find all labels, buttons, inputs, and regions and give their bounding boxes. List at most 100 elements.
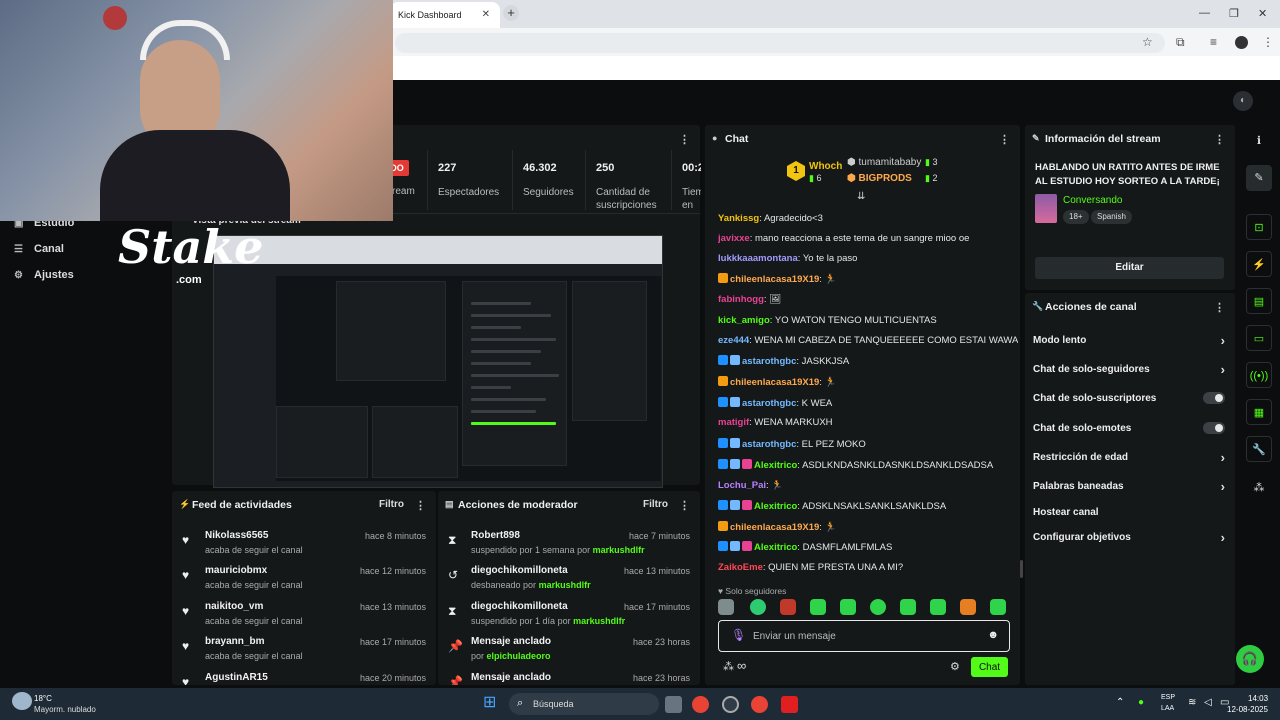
- chat-username[interactable]: chileenlacasa19X19: [730, 522, 819, 533]
- chat-username[interactable]: astarothgbc: [742, 356, 796, 367]
- info-icon[interactable]: ℹ: [1246, 128, 1272, 154]
- emote-icon[interactable]: [718, 599, 734, 615]
- gifter-2[interactable]: ⬢ tumamitababy: [847, 157, 921, 168]
- channel-actions-menu-icon[interactable]: ⋮: [1214, 301, 1225, 314]
- subscribers-only-toggle[interactable]: [1203, 392, 1225, 404]
- browser-menu-icon[interactable]: ⋮: [1262, 35, 1274, 49]
- chat-username[interactable]: Yankissg: [718, 213, 759, 224]
- chat-username[interactable]: lukkkaaamontana: [718, 253, 798, 264]
- chat-username[interactable]: kick_amigo: [718, 315, 770, 326]
- taskbar-search[interactable]: ⌕ Búsqueda: [509, 693, 659, 715]
- emote-icon[interactable]: [870, 599, 886, 615]
- emote-icon[interactable]: [810, 599, 826, 615]
- chat-username[interactable]: fabinhogg: [718, 294, 764, 305]
- chrome-icon[interactable]: [692, 696, 709, 713]
- tray-chevron-icon[interactable]: ⌃: [1116, 697, 1124, 708]
- stream-info-menu-icon[interactable]: ⋮: [1214, 133, 1225, 146]
- chat-message-input[interactable]: [753, 629, 973, 643]
- slow-mode-row[interactable]: Modo lento ›: [1033, 333, 1225, 348]
- support-headset-icon[interactable]: 🎧: [1236, 645, 1264, 673]
- bookmark-star-icon[interactable]: ☆: [1142, 35, 1153, 49]
- chat-username[interactable]: Lochu_Pai: [718, 480, 766, 491]
- pencil-icon[interactable]: ✎: [1246, 165, 1272, 191]
- chat-username[interactable]: eze444: [718, 335, 749, 346]
- chat-username[interactable]: astarothgbc: [742, 439, 796, 450]
- category-name[interactable]: Conversando: [1063, 195, 1122, 206]
- user-avatar[interactable]: ◐: [1233, 91, 1253, 111]
- emote-icon[interactable]: [990, 599, 1006, 615]
- obs-icon[interactable]: [722, 696, 739, 713]
- close-window-button[interactable]: ✕: [1258, 7, 1267, 20]
- chat-username[interactable]: chileenlacasa19X19: [730, 274, 819, 285]
- chat-send-button[interactable]: Chat: [971, 657, 1008, 677]
- chat-username[interactable]: Alexitrico: [754, 542, 797, 553]
- chat-menu-icon[interactable]: ⋮: [999, 133, 1010, 146]
- chat-username[interactable]: Alexitrico: [754, 501, 797, 512]
- drops-icon[interactable]: ⁂: [723, 660, 734, 673]
- wifi-icon[interactable]: ≋: [1188, 697, 1196, 708]
- restore-button[interactable]: ❐: [1229, 7, 1239, 20]
- address-bar[interactable]: [395, 33, 1165, 53]
- weather-icon[interactable]: [12, 692, 32, 710]
- task-view-icon[interactable]: [665, 696, 682, 713]
- activity-menu-icon[interactable]: ⋮: [415, 499, 426, 512]
- chat-username[interactable]: Alexitrico: [754, 460, 797, 471]
- lang-indicator[interactable]: ESP: [1161, 694, 1175, 701]
- emoji-icon[interactable]: ☻: [987, 629, 999, 641]
- wrench-icon[interactable]: 🔧: [1246, 436, 1272, 462]
- chat-icon[interactable]: ▭: [1246, 325, 1272, 351]
- infinity-icon[interactable]: ∞: [737, 658, 746, 673]
- chat-username[interactable]: astarothgbc: [742, 398, 796, 409]
- mod-filter-button[interactable]: Filtro: [643, 499, 668, 510]
- age-restriction-row[interactable]: Restricción de edad ›: [1033, 450, 1225, 465]
- emotes-only-toggle[interactable]: [1203, 422, 1225, 434]
- chat-username[interactable]: javixxe: [718, 233, 750, 244]
- stream-panel-menu-icon[interactable]: ⋮: [679, 133, 690, 146]
- host-channel-row[interactable]: Hostear canal: [1033, 507, 1225, 518]
- emote-icon[interactable]: [960, 599, 976, 615]
- youtube-icon[interactable]: [781, 696, 798, 713]
- stream-preview[interactable]: [213, 235, 663, 488]
- chat-username[interactable]: ZaikoEme: [718, 562, 763, 573]
- browser-tab[interactable]: Kick Dashboard ✕: [390, 2, 500, 28]
- document-icon[interactable]: ▤: [1246, 288, 1272, 314]
- followers-only-row[interactable]: Chat de solo-seguidores ›: [1033, 362, 1225, 377]
- mod-menu-icon[interactable]: ⋮: [679, 499, 690, 512]
- media-icon[interactable]: ≡: [1210, 35, 1217, 49]
- chat-username[interactable]: matigif: [718, 417, 749, 428]
- top-gifter-name[interactable]: Whoch: [809, 161, 842, 172]
- emote-icon[interactable]: [900, 599, 916, 615]
- tab-close-icon[interactable]: ✕: [482, 9, 490, 20]
- emote-icon[interactable]: [930, 599, 946, 615]
- expand-leaderboard-icon[interactable]: ⇊: [857, 191, 865, 202]
- minimize-button[interactable]: —: [1199, 7, 1210, 19]
- chat-scrollbar[interactable]: [1020, 560, 1023, 578]
- chat-username[interactable]: chileenlacasa19X19: [730, 377, 819, 388]
- microphone-tray-icon[interactable]: ●: [1138, 697, 1144, 708]
- new-tab-button[interactable]: +: [503, 5, 519, 21]
- gifter-3[interactable]: ⬢ BIGPRODS: [847, 173, 912, 184]
- sidebar-item-settings[interactable]: ⚙ Ajustes: [14, 269, 74, 281]
- windows-start-icon[interactable]: ⊞: [483, 695, 499, 711]
- emote-icon[interactable]: [780, 599, 796, 615]
- drops-icon[interactable]: ⁂: [1246, 475, 1272, 501]
- chat-settings-icon[interactable]: ⚙: [950, 660, 960, 673]
- chat-text: EL PEZ MOKO: [801, 439, 866, 450]
- extensions-icon[interactable]: ⧉: [1176, 35, 1185, 50]
- banned-words-row[interactable]: Palabras baneadas ›: [1033, 479, 1225, 494]
- profile-avatar[interactable]: [1235, 36, 1248, 49]
- goals-row[interactable]: Configurar objetivos ›: [1033, 530, 1225, 545]
- emote-icon[interactable]: [750, 599, 766, 615]
- chat-input-box[interactable]: 🎙 ☻: [718, 620, 1010, 652]
- activity-filter-button[interactable]: Filtro: [379, 499, 404, 510]
- broadcast-icon[interactable]: ((•)): [1246, 362, 1272, 388]
- layout-icon[interactable]: ▦: [1246, 399, 1272, 425]
- microphone-icon[interactable]: 🎙: [731, 628, 746, 642]
- volume-icon[interactable]: ◁: [1204, 697, 1212, 708]
- emote-icon[interactable]: [840, 599, 856, 615]
- scan-icon[interactable]: ⊡: [1246, 214, 1272, 240]
- bolt-icon[interactable]: ⚡: [1246, 251, 1272, 277]
- sidebar-item-channel[interactable]: ☰ Canal: [14, 243, 64, 255]
- edit-button[interactable]: Editar: [1035, 257, 1224, 279]
- chrome-active-icon[interactable]: [751, 696, 768, 713]
